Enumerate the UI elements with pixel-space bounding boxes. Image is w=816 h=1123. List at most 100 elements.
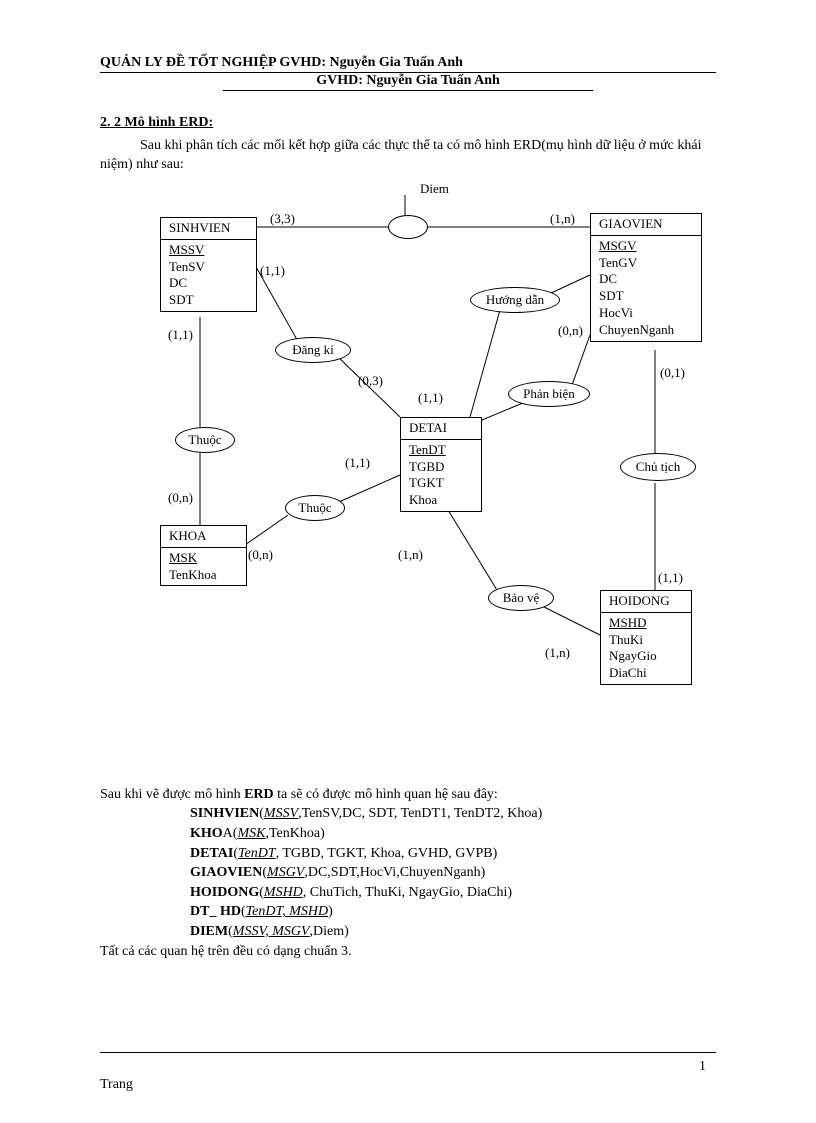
r2-key: MSK (237, 826, 265, 841)
card-1n-top: (1,n) (550, 211, 575, 227)
attr-tensv: TenSV (169, 259, 248, 276)
entity-detai-body: TenDT TGBD TGKT Khoa (401, 440, 481, 512)
r7-rest: ,Diem) (310, 924, 349, 939)
attr-dc: DC (169, 275, 248, 292)
card-01: (0,1) (660, 365, 685, 381)
attr-tenkhoa: TenKhoa (169, 567, 238, 584)
attr-tendt: TenDT (409, 442, 473, 459)
lead2-text: ta sẽ có được mô hình quan hệ sau đây: (274, 787, 498, 802)
rel-giaovien: GIAOVIEN(MSGV,DC,SDT,HocVi,ChuyenNganh) (190, 863, 716, 883)
r5-name: HOIDONG (190, 885, 259, 900)
rel-baove: Bảo vệ (488, 585, 554, 611)
entity-hoidong-body: MSHD ThuKi NgayGio DiaChi (601, 613, 691, 685)
attr-msk: MSK (169, 550, 238, 567)
attr-diachi: DiaChi (609, 665, 683, 682)
rel-khoa: KHOA(MSK,TenKhoa) (190, 824, 716, 844)
attr-chuyennganh: ChuyenNganh (599, 322, 693, 339)
erd-word: ERD (244, 787, 274, 802)
card-11-dt: (1,1) (345, 455, 370, 471)
rel-hoidong: HOIDONG(MSHD, ChuTich, ThuKi, NgayGio, D… (190, 883, 716, 903)
entity-sinhvien-body: MSSV TenSV DC SDT (161, 240, 256, 312)
attr-sdt2: SDT (599, 288, 693, 305)
footer-rule (100, 1052, 716, 1053)
rel-thuoc-dt: Thuộc (285, 495, 345, 521)
card-1n-bv2: (1,n) (545, 645, 570, 661)
entity-khoa: KHOA MSK TenKhoa (160, 525, 247, 587)
rel-chutich: Chủ tịch (620, 453, 696, 481)
card-0n-gv: (0,n) (558, 323, 583, 339)
relational-schema: Sau khi vẽ được mô hình ERD ta sẽ có đượ… (100, 785, 716, 961)
rel-dthd: DT_ HD(TenDT, MSHD) (190, 902, 716, 922)
r3-key: TenDT (238, 846, 276, 861)
attr-khoaattr: Khoa (409, 492, 473, 509)
r2-rest: ,TenKhoa) (265, 826, 324, 841)
entity-giaovien-body: MSGV TenGV DC SDT HocVi ChuyenNganh (591, 236, 701, 341)
entity-giaovien-title: GIAOVIEN (591, 214, 701, 236)
header-title: QUẢN LY ĐỀ TỐT NGHIỆP GVHD: Nguyễn Gia T… (100, 55, 716, 73)
attr-dc2: DC (599, 271, 693, 288)
rel-diem: DIEM(MSSV, MSGV,Diem) (190, 922, 716, 942)
footer-trang: Trang (100, 1077, 133, 1093)
card-11-ho: (1,1) (658, 570, 683, 586)
attr-ngaygio: NgayGio (609, 648, 683, 665)
entity-detai: DETAI TenDT TGBD TGKT Khoa (400, 417, 482, 512)
rel-sinhvien: SINHVIEN(MSSV,TenSV,DC, SDT, TenDT1, Ten… (190, 804, 716, 824)
card-0n-khoa2: (0,n) (248, 547, 273, 563)
attr-tengv: TenGV (599, 255, 693, 272)
section-title: 2. 2 Mô hình ERD: (100, 115, 716, 131)
attr-diem-label: Diem (420, 181, 449, 197)
r3-name: DETAI (190, 846, 233, 861)
rel-diem (388, 215, 428, 239)
r1-rest: ,TenSV,DC, SDT, TenDT1, TenDT2, Khoa) (298, 806, 542, 821)
attr-msgv: MSGV (599, 238, 693, 255)
rel-detai: DETAI(TenDT, TGBD, TGKT, Khoa, GVHD, GVP… (190, 844, 716, 864)
card-11-sv: (1,1) (260, 263, 285, 279)
attr-mshd: MSHD (609, 615, 683, 632)
card-03: (0,3) (358, 373, 383, 389)
r2-name: KHO (190, 826, 223, 841)
rel-huongdan: Hướng dẫn (470, 287, 560, 313)
entity-khoa-body: MSK TenKhoa (161, 548, 246, 586)
attr-mssv: MSSV (169, 242, 248, 259)
card-1n-bv: (1,n) (398, 547, 423, 563)
entity-sinhvien: SINHVIEN MSSV TenSV DC SDT (160, 217, 257, 312)
entity-giaovien: GIAOVIEN MSGV TenGV DC SDT HocVi ChuyenN… (590, 213, 702, 342)
attr-hocvi: HocVi (599, 305, 693, 322)
rel-phanbien: Phản biện (508, 381, 590, 407)
lead-text: Sau khi vẽ được mô hình (100, 787, 244, 802)
entity-hoidong: HOIDONG MSHD ThuKi NgayGio DiaChi (600, 590, 692, 685)
attr-thuki: ThuKi (609, 632, 683, 649)
r6-name: DT_ HD (190, 904, 241, 919)
closing-line: Tất cả các quan hệ trên đều có dạng chuẩ… (100, 942, 716, 962)
r4-key: MSGV (267, 865, 304, 880)
card-0n-khoa: (0,n) (168, 490, 193, 506)
entity-khoa-title: KHOA (161, 526, 246, 548)
erd-diagram: Diem SINHVIEN MSSV TenSV DC SDT GIAOVIEN… (100, 195, 720, 735)
rel-dangki: Đăng kí (275, 337, 351, 363)
r4-rest: ,DC,SDT,HocVi,ChuyenNganh) (304, 865, 485, 880)
rel-thuoc-sv: Thuộc (175, 427, 235, 453)
r5-key: MSHD (264, 885, 303, 900)
r7-key: MSSV, MSGV (233, 924, 310, 939)
page: QUẢN LY ĐỀ TỐT NGHIỆP GVHD: Nguyễn Gia T… (0, 0, 816, 1123)
card-11-svthuoc: (1,1) (168, 327, 193, 343)
r7-name: DIEM (190, 924, 228, 939)
r4-name: GIAOVIEN (190, 865, 262, 880)
r6-rest: ) (328, 904, 333, 919)
schema-lead: Sau khi vẽ được mô hình ERD ta sẽ có đượ… (100, 785, 716, 805)
header-subtitle: GVHD: Nguyễn Gia Tuấn Anh (223, 73, 593, 91)
attr-tgbd: TGBD (409, 459, 473, 476)
r6-key: TenDT, MSHD (246, 904, 328, 919)
r1-key: MSSV (264, 806, 298, 821)
attr-tgkt: TGKT (409, 475, 473, 492)
r3-rest: , TGBD, TGKT, Khoa, GVHD, GVPB) (276, 846, 498, 861)
intro-paragraph: Sau khi phân tích các mối kết hợp giữa c… (100, 137, 716, 175)
entity-sinhvien-title: SINHVIEN (161, 218, 256, 240)
attr-sdt: SDT (169, 292, 248, 309)
r5-rest: , ChuTich, ThuKi, NgayGio, DiaChi) (303, 885, 512, 900)
page-number: 1 (699, 1059, 706, 1075)
entity-detai-title: DETAI (401, 418, 481, 440)
r1-name: SINHVIEN (190, 806, 259, 821)
card-33: (3,3) (270, 211, 295, 227)
card-11-hd: (1,1) (418, 390, 443, 406)
